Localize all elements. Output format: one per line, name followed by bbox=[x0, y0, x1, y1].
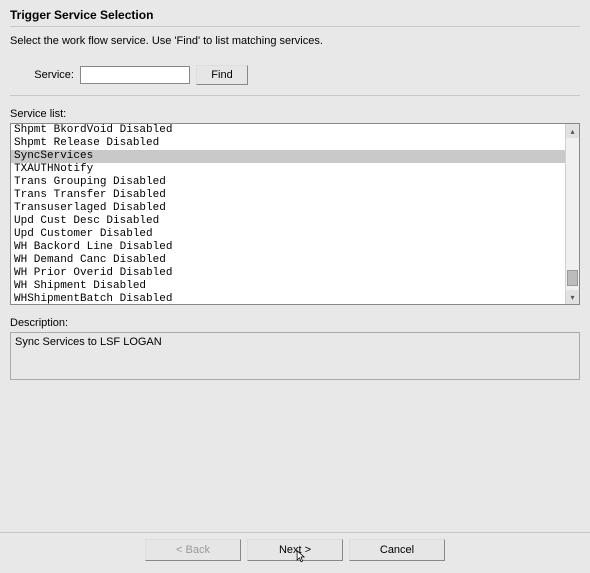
list-item[interactable]: TXAUTHNotify bbox=[11, 163, 565, 176]
list-item[interactable]: WH Backord Line Disabled bbox=[11, 241, 565, 254]
list-item[interactable]: Shpmt Release Disabled bbox=[11, 137, 565, 150]
scroll-thumb[interactable] bbox=[567, 270, 578, 286]
next-button[interactable]: Next > bbox=[247, 539, 343, 561]
description-label: Description: bbox=[10, 317, 580, 329]
list-item[interactable]: Transuserlaged Disabled bbox=[11, 202, 565, 215]
service-listbox[interactable]: Shpmt BkordVoid DisabledShpmt Release Di… bbox=[10, 123, 580, 305]
service-input[interactable] bbox=[80, 66, 190, 84]
description-value: Sync Services to LSF LOGAN bbox=[15, 336, 162, 348]
back-button: < Back bbox=[145, 539, 241, 561]
list-item[interactable]: Trans Grouping Disabled bbox=[11, 176, 565, 189]
next-button-label: Next > bbox=[279, 544, 311, 556]
list-item[interactable]: WH Prior Overid Disabled bbox=[11, 267, 565, 280]
scroll-down-icon[interactable]: ▾ bbox=[566, 290, 579, 304]
scroll-up-icon[interactable]: ▴ bbox=[566, 124, 579, 138]
scrollbar[interactable]: ▴ ▾ bbox=[565, 124, 579, 304]
page-title: Trigger Service Selection bbox=[10, 8, 580, 22]
list-item[interactable]: Shpmt BkordVoid Disabled bbox=[11, 124, 565, 137]
service-list-label: Service list: bbox=[10, 108, 580, 120]
list-item[interactable]: WH Demand Canc Disabled bbox=[11, 254, 565, 267]
description-box: Sync Services to LSF LOGAN bbox=[10, 332, 580, 380]
instruction-text: Select the work flow service. Use 'Find'… bbox=[10, 35, 580, 47]
list-item[interactable]: SyncServices bbox=[11, 150, 565, 163]
service-label: Service: bbox=[28, 69, 80, 81]
list-item[interactable]: Upd Customer Disabled bbox=[11, 228, 565, 241]
wizard-footer: < Back Next > Cancel bbox=[0, 532, 590, 561]
service-row: Service: Find bbox=[10, 65, 580, 85]
find-button[interactable]: Find bbox=[196, 65, 248, 85]
divider bbox=[10, 26, 580, 27]
cancel-button[interactable]: Cancel bbox=[349, 539, 445, 561]
list-item[interactable]: WHShipmentBatch Disabled bbox=[11, 293, 565, 304]
list-item[interactable]: Trans Transfer Disabled bbox=[11, 189, 565, 202]
list-item[interactable]: WH Shipment Disabled bbox=[11, 280, 565, 293]
divider bbox=[10, 95, 580, 96]
list-item[interactable]: Upd Cust Desc Disabled bbox=[11, 215, 565, 228]
